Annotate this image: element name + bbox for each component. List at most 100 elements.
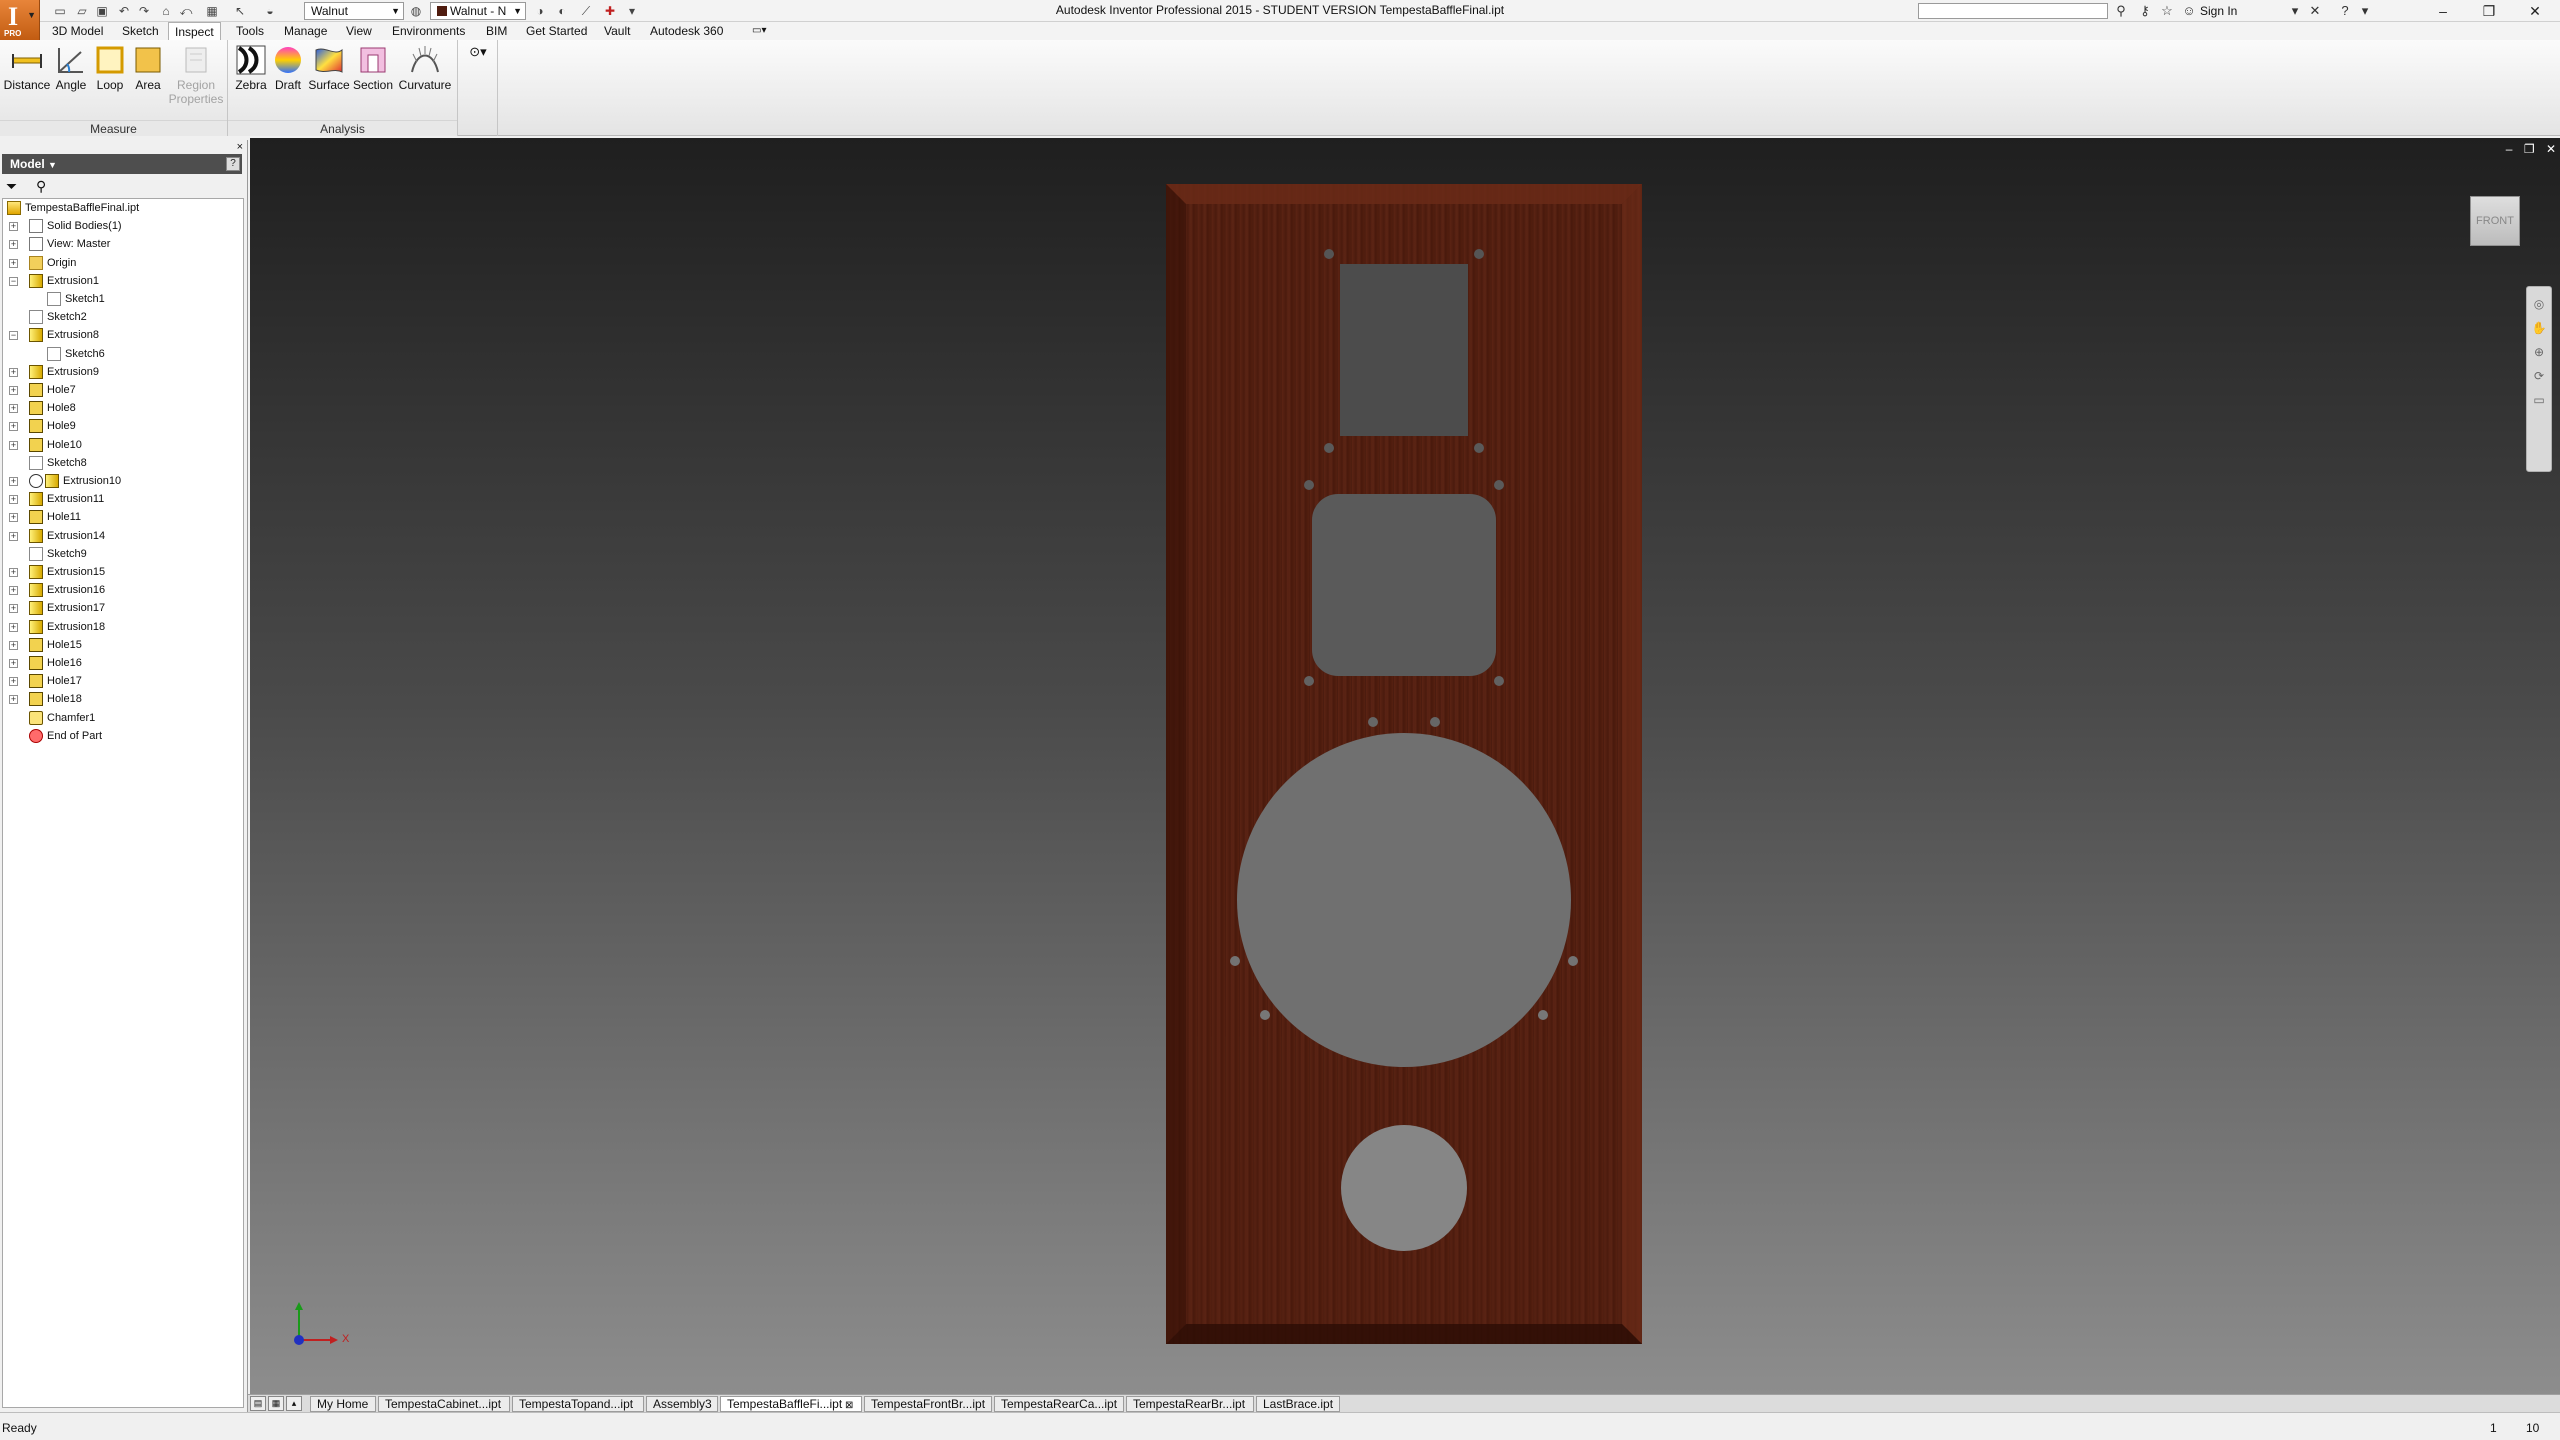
- tab-inspect[interactable]: Inspect: [168, 22, 221, 41]
- tree-node[interactable]: − Extrusion1: [3, 272, 243, 290]
- tab-tools[interactable]: Tools: [230, 22, 270, 40]
- tree-node[interactable]: + Extrusion9: [3, 363, 243, 381]
- expand-icon[interactable]: +: [9, 513, 18, 523]
- document-tab[interactable]: Assembly3: [646, 1396, 718, 1412]
- tree-node[interactable]: + Extrusion18: [3, 618, 243, 636]
- tree-node[interactable]: + Origin: [3, 254, 243, 272]
- expand-icon[interactable]: +: [9, 568, 18, 577]
- surface-button[interactable]: Surface: [306, 44, 352, 92]
- cascade-windows-icon[interactable]: ▦: [268, 1396, 284, 1411]
- document-tab[interactable]: TempestaCabinet...ipt: [378, 1396, 510, 1412]
- search-input[interactable]: [1918, 3, 2108, 19]
- tree-node[interactable]: End of Part: [3, 727, 243, 745]
- tree-node[interactable]: Chamfer1: [3, 709, 243, 727]
- tree-node[interactable]: + Extrusion14: [3, 527, 243, 545]
- expand-icon[interactable]: +: [9, 677, 18, 687]
- tree-node[interactable]: + View: Master: [3, 235, 243, 253]
- collapse-icon[interactable]: −: [9, 276, 18, 286]
- tab-get-started[interactable]: Get Started: [520, 22, 593, 40]
- exchange-icon[interactable]: ✕: [2306, 2, 2324, 20]
- expand-icon[interactable]: +: [9, 640, 18, 650]
- document-tab[interactable]: My Home: [310, 1396, 376, 1412]
- analysis-visibility-button[interactable]: ⊙▾: [462, 44, 494, 60]
- viewport-restore-icon[interactable]: ❐: [2524, 142, 2535, 156]
- angle-button[interactable]: Angle: [50, 44, 92, 92]
- tree-node[interactable]: + Hole7: [3, 381, 243, 399]
- pan-icon[interactable]: ✋: [2527, 321, 2551, 335]
- close-icon[interactable]: ×: [237, 141, 243, 153]
- document-tab[interactable]: TempestaRearCa...ipt: [994, 1396, 1124, 1412]
- expand-icon[interactable]: +: [9, 477, 18, 486]
- loop-button[interactable]: Loop: [90, 44, 130, 92]
- viewport-close-icon[interactable]: ✕: [2546, 142, 2556, 156]
- tree-node[interactable]: + Extrusion15: [3, 563, 243, 581]
- expand-icon[interactable]: +: [9, 495, 18, 505]
- tree-node[interactable]: − Extrusion8: [3, 326, 243, 344]
- zoom-icon[interactable]: ⊕: [2527, 345, 2551, 359]
- document-tab[interactable]: TempestaFrontBr...ipt: [864, 1396, 992, 1412]
- document-tab[interactable]: TempestaTopand...ipt: [512, 1396, 644, 1412]
- find-icon[interactable]: ⚲: [36, 178, 46, 195]
- minimize-button[interactable]: –: [2420, 0, 2466, 22]
- draft-button[interactable]: Draft: [268, 44, 308, 92]
- help-icon[interactable]: ?: [2336, 2, 2354, 20]
- expand-icon[interactable]: +: [9, 422, 18, 432]
- tab-view[interactable]: View: [340, 22, 378, 40]
- tab-environments[interactable]: Environments: [386, 22, 471, 40]
- expand-icon[interactable]: +: [9, 659, 18, 668]
- tree-node[interactable]: + Hole17: [3, 672, 243, 690]
- expand-icon[interactable]: +: [9, 440, 18, 450]
- tree-node[interactable]: Sketch2: [3, 308, 243, 326]
- user-icon[interactable]: ☺: [2180, 2, 2198, 20]
- expand-icon[interactable]: +: [9, 367, 18, 377]
- document-tab[interactable]: LastBrace.ipt: [1256, 1396, 1340, 1412]
- expand-icon[interactable]: +: [9, 622, 18, 632]
- browser-title[interactable]: Model ▼ ?: [2, 154, 242, 174]
- restore-button[interactable]: ❐: [2466, 0, 2512, 22]
- tree-node[interactable]: + Extrusion17: [3, 599, 243, 617]
- steering-wheel-icon[interactable]: ◎: [2527, 297, 2551, 311]
- tab-vault[interactable]: Vault: [598, 22, 636, 40]
- tree-node[interactable]: Sketch1: [3, 290, 243, 308]
- tab-list-icon[interactable]: ▴: [286, 1396, 302, 1411]
- tab-sketch[interactable]: Sketch: [116, 22, 165, 40]
- tree-node[interactable]: + Hole10: [3, 436, 243, 454]
- binoculars-icon[interactable]: ⚲: [2112, 2, 2130, 20]
- subscription-icon[interactable]: ⚷: [2136, 2, 2154, 20]
- expand-icon[interactable]: +: [9, 240, 18, 250]
- ribbon-display-toggle-icon[interactable]: ▭▾: [746, 22, 772, 40]
- tree-node[interactable]: + Extrusion10: [3, 472, 243, 490]
- expand-icon[interactable]: +: [9, 531, 18, 541]
- orbit-icon[interactable]: ⟳: [2527, 369, 2551, 383]
- graphics-viewport[interactable]: – ❐ ✕ FRONT ◎ ✋ ⊕ ⟳ ▭ X: [250, 138, 2560, 1394]
- look-at-icon[interactable]: ▭: [2527, 393, 2551, 407]
- viewport-minimize-icon[interactable]: –: [2506, 142, 2513, 156]
- tree-node[interactable]: + Hole8: [3, 399, 243, 417]
- tree-node[interactable]: Sketch8: [3, 454, 243, 472]
- expand-icon[interactable]: +: [9, 404, 18, 414]
- close-tab-icon[interactable]: ⊠: [842, 1400, 853, 1411]
- zebra-button[interactable]: Zebra: [230, 44, 272, 92]
- tab-autodesk-360[interactable]: Autodesk 360: [644, 22, 729, 40]
- sign-in-link[interactable]: Sign In: [2200, 4, 2237, 18]
- tree-node[interactable]: + Hole16: [3, 654, 243, 672]
- tree-node[interactable]: + Hole15: [3, 636, 243, 654]
- tile-windows-icon[interactable]: ▤: [250, 1396, 266, 1411]
- tab-bim[interactable]: BIM: [480, 22, 513, 40]
- tab-3d-model[interactable]: 3D Model: [46, 22, 109, 40]
- tree-node[interactable]: TempestaBaffleFinal.ipt: [3, 199, 243, 217]
- collapse-icon[interactable]: −: [9, 331, 18, 341]
- baffle-part[interactable]: [1166, 184, 1642, 1344]
- area-button[interactable]: Area: [128, 44, 168, 92]
- document-tab[interactable]: TempestaBaffleFi...ipt ⊠: [720, 1396, 862, 1412]
- expand-icon[interactable]: +: [9, 586, 18, 596]
- tree-node[interactable]: + Hole18: [3, 690, 243, 708]
- distance-button[interactable]: Distance: [2, 44, 52, 92]
- application-menu-button[interactable]: I PRO ▼: [0, 0, 40, 40]
- tree-node[interactable]: + Hole9: [3, 417, 243, 435]
- viewcube[interactable]: FRONT: [2470, 196, 2520, 246]
- tree-node[interactable]: + Extrusion16: [3, 581, 243, 599]
- help-dropdown-icon[interactable]: ▾: [2356, 2, 2374, 20]
- tree-node[interactable]: Sketch9: [3, 545, 243, 563]
- document-tab[interactable]: TempestaRearBr...ipt: [1126, 1396, 1254, 1412]
